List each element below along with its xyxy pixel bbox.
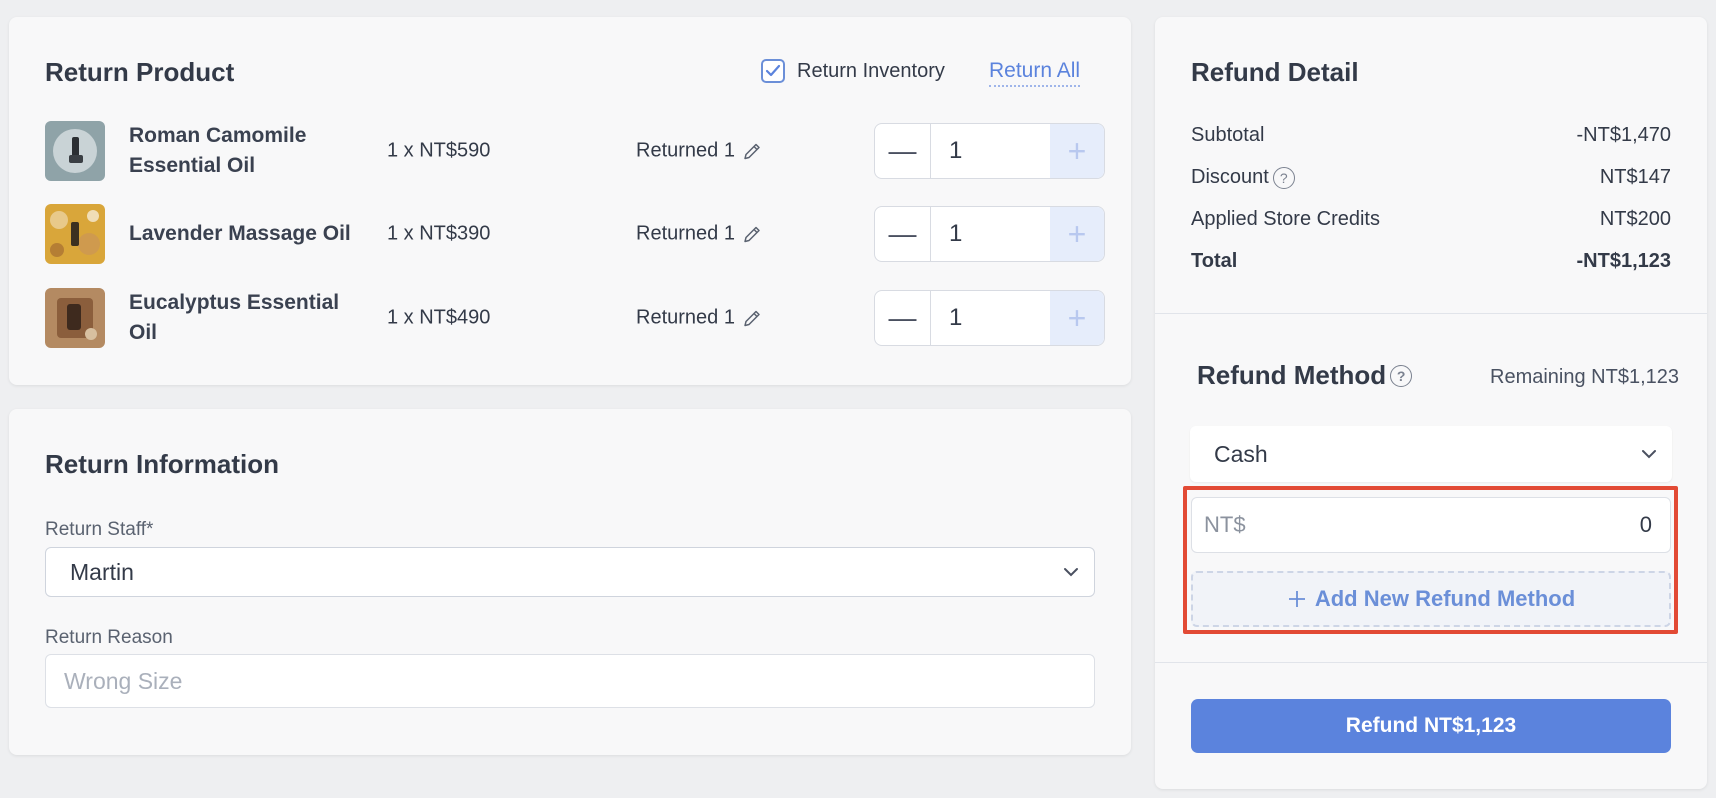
returned-label: Returned 1 (636, 306, 735, 329)
total-value: -NT$1,123 (1576, 250, 1672, 272)
returned-count[interactable]: Returned 1 (636, 307, 763, 330)
help-icon[interactable]: ? (1272, 166, 1295, 189)
subtotal-label: Subtotal (1191, 124, 1265, 146)
return-information-title: Return Information (45, 449, 279, 479)
return-all-link[interactable]: Return All (989, 59, 1081, 87)
discount-row: Discount ? NT$147 (1191, 166, 1671, 189)
quantity-input[interactable]: 1 (931, 291, 1050, 345)
product-row: Lavender Massage Oil 1 x NT$390 Returned… (45, 204, 1105, 264)
product-thumbnail (45, 288, 105, 348)
product-price: 1 x NT$390 (387, 222, 491, 245)
refund-detail-title: Refund Detail (1191, 57, 1359, 87)
decrement-button[interactable]: — (875, 124, 931, 178)
refund-method-select[interactable]: Cash (1190, 426, 1672, 482)
increment-button[interactable]: + (1050, 124, 1104, 178)
product-row: Roman Camomile Essential Oil 1 x NT$590 … (45, 121, 1105, 181)
product-name: Roman Camomile Essential Oil (129, 124, 307, 177)
total-row: Total -NT$1,123 (1191, 250, 1671, 273)
pencil-icon[interactable] (741, 307, 763, 329)
product-price: 1 x NT$590 (387, 139, 491, 162)
decrement-button[interactable]: — (875, 291, 931, 345)
return-information-card: Return Information Return Staff* Martin … (9, 409, 1131, 755)
refund-button[interactable]: Refund NT$1,123 (1191, 699, 1671, 753)
store-credits-value: NT$200 (1599, 208, 1671, 230)
return-product-title: Return Product (45, 57, 235, 87)
checkmark-icon (765, 64, 781, 77)
store-credits-label: Applied Store Credits (1191, 208, 1380, 230)
return-inventory-label: Return Inventory (797, 59, 945, 82)
store-credits-row: Applied Store Credits NT$200 (1191, 208, 1671, 231)
quantity-stepper: — 1 + (874, 206, 1105, 262)
refund-method-value: Cash (1214, 440, 1268, 467)
return-inventory-checkbox[interactable] (761, 59, 785, 83)
quantity-input[interactable]: 1 (931, 207, 1050, 261)
subtotal-value: -NT$1,470 (1576, 124, 1672, 146)
return-product-card: Return Product Return Inventory Return A… (9, 17, 1131, 385)
product-price: 1 x NT$490 (387, 306, 491, 329)
refund-method-label: Refund Method (1197, 360, 1387, 390)
return-staff-label: Return Staff* (45, 519, 154, 540)
pencil-icon[interactable] (741, 223, 763, 245)
returned-label: Returned 1 (636, 139, 735, 162)
returned-count[interactable]: Returned 1 (636, 140, 763, 163)
product-thumbnail (45, 121, 105, 181)
discount-label: Discount (1191, 166, 1269, 188)
discount-value: NT$147 (1599, 166, 1671, 188)
return-reason-label: Return Reason (45, 627, 173, 648)
return-staff-select[interactable]: Martin (45, 547, 1095, 597)
returned-label: Returned 1 (636, 222, 735, 245)
subtotal-row: Subtotal -NT$1,470 (1191, 124, 1671, 147)
product-name: Lavender Massage Oil (129, 222, 351, 245)
return-inventory-toggle[interactable]: Return Inventory (761, 59, 945, 83)
remaining-amount: Remaining NT$1,123 (1490, 366, 1679, 388)
total-label: Total (1191, 250, 1238, 272)
product-thumbnail (45, 204, 105, 264)
section-divider (1155, 662, 1707, 663)
return-staff-value: Martin (70, 558, 134, 585)
return-reason-input[interactable]: Wrong Size (45, 654, 1095, 708)
quantity-stepper: — 1 + (874, 290, 1105, 346)
chevron-down-icon (1642, 450, 1656, 459)
refund-method-title: Refund Method ? (1197, 360, 1413, 391)
quantity-input[interactable]: 1 (931, 124, 1050, 178)
refund-card: Refund Detail Subtotal -NT$1,470 Discoun… (1155, 17, 1707, 789)
pencil-icon[interactable] (741, 140, 763, 162)
chevron-down-icon (1064, 568, 1078, 577)
section-divider (1155, 313, 1707, 314)
product-row: Eucalyptus Essential Oil 1 x NT$490 Retu… (45, 288, 1105, 348)
return-reason-placeholder: Wrong Size (64, 667, 183, 694)
product-name: Eucalyptus Essential Oil (129, 291, 340, 344)
decrement-button[interactable]: — (875, 207, 931, 261)
increment-button[interactable]: + (1050, 207, 1104, 261)
returned-count[interactable]: Returned 1 (636, 223, 763, 246)
increment-button[interactable]: + (1050, 291, 1104, 345)
help-icon[interactable]: ? (1390, 364, 1413, 387)
highlight-box (1183, 486, 1678, 634)
quantity-stepper: — 1 + (874, 123, 1105, 179)
